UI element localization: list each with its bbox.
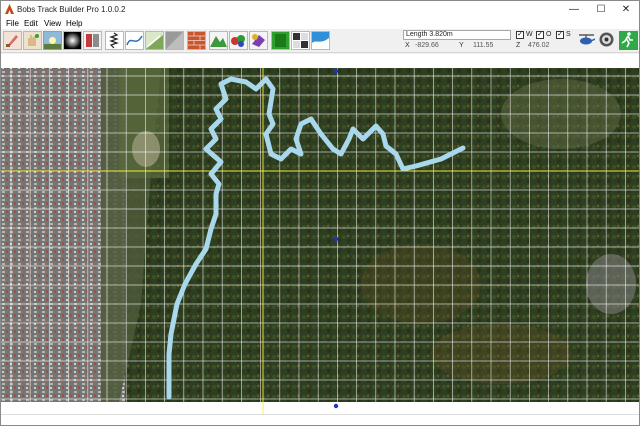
menu-file[interactable]: File [6,19,19,28]
checker-flag-icon[interactable] [271,31,290,50]
texture-icon[interactable] [165,31,184,50]
z-label: Z [516,42,521,49]
title-bar: Bobs Track Builder Pro 1.0.0.2 — ☐ ✕ [1,1,639,18]
control-point-marker [333,236,339,242]
run-icon[interactable] [619,31,638,50]
terrain-icon[interactable] [145,31,164,50]
close-button[interactable]: ✕ [613,1,639,18]
brick-wall-icon[interactable] [187,31,206,50]
camera-icon[interactable] [291,31,310,50]
status-bar [1,414,639,425]
x-label: X [405,42,410,49]
line-draw-icon[interactable] [125,31,144,50]
control-point-marker [333,68,339,74]
y-value: 111.55 [473,42,494,49]
checkbox-o-label: O [546,31,552,38]
app-logo-icon [5,4,14,14]
z-value: 476.02 [528,42,550,49]
trees-icon[interactable] [229,31,248,50]
checkbox-s[interactable]: ✓ [556,31,564,39]
map-viewport[interactable] [1,54,639,414]
paint-brush-icon[interactable] [3,31,22,50]
toolbar: Length 3.820m X -829.66 Y 111.55 ✓ W ✓ O… [1,29,639,53]
menu-help[interactable]: Help [66,19,82,28]
steering-wheel-icon[interactable] [598,31,617,50]
satellite-map [1,54,639,414]
x-value: -829.66 [415,42,439,49]
checkbox-w-label: W [526,31,533,38]
water-icon[interactable] [311,31,330,50]
window-title: Bobs Track Builder Pro 1.0.0.2 [17,5,126,14]
spring-icon[interactable] [105,31,124,50]
menu-view[interactable]: View [44,19,61,28]
maximize-button[interactable]: ☐ [588,1,614,18]
menu-edit[interactable]: Edit [24,19,38,28]
checkbox-o[interactable]: ✓ [536,31,544,39]
menu-bar: File Edit View Help [1,18,639,29]
checkbox-s-label: S [566,31,571,38]
helicopter-icon[interactable] [578,31,597,50]
app-window: Bobs Track Builder Pro 1.0.0.2 — ☐ ✕ Fil… [0,0,640,426]
minimize-button[interactable]: — [561,1,587,18]
length-field: Length 3.820m [403,30,511,40]
control-point-marker [333,403,339,409]
gradient-icon[interactable] [63,31,82,50]
sun-icon[interactable] [43,31,62,50]
hand-paint-icon[interactable] [23,31,42,50]
checkbox-w[interactable]: ✓ [516,31,524,39]
y-label: Y [459,42,464,49]
eraser-icon[interactable] [249,31,268,50]
ruler-icon[interactable] [83,31,102,50]
mountains-icon[interactable] [209,31,228,50]
